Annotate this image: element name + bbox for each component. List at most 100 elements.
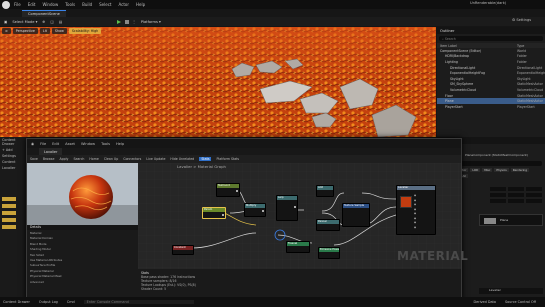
graph-node-lerp[interactable]: Lerp — [276, 195, 298, 221]
platforms-button[interactable]: Platforms ▾ — [141, 20, 161, 24]
viewport-menu-icon[interactable]: ≡ — [2, 28, 11, 34]
scalability-button[interactable]: Scalability: High — [68, 28, 102, 34]
cmd-dropdown[interactable]: Cmd — [67, 300, 75, 304]
output-pin-icon[interactable] — [294, 206, 296, 208]
col-type[interactable]: Type — [517, 44, 524, 48]
mat-detail-row[interactable]: Advanced — [30, 280, 135, 285]
project-name: UnRenderable(dark) — [470, 1, 507, 5]
mat-live-update-button[interactable]: Live Update — [146, 157, 165, 161]
select-mode-dropdown[interactable]: Select Mode ▾ — [12, 20, 37, 24]
mat-menu-window[interactable]: Window — [81, 142, 95, 146]
material-slot[interactable]: Lavalier — [479, 288, 543, 294]
mat-cleanup-button[interactable]: Clean Up — [104, 157, 118, 161]
folder-icon[interactable] — [2, 211, 16, 215]
outliner-row-type: SkyLight — [517, 76, 531, 81]
graph-node-multiply[interactable]: Multiply — [244, 203, 266, 217]
sequencer-icon[interactable]: ▤ — [59, 20, 62, 24]
save-icon[interactable]: ▣ — [4, 20, 7, 24]
mat-apply-button[interactable]: Apply — [59, 157, 68, 161]
outliner-row-name: HDRI/Backdrop — [445, 54, 470, 59]
scale-z-field[interactable] — [526, 199, 542, 203]
mat-search-button[interactable]: Search — [73, 157, 84, 161]
folder-icon[interactable] — [2, 197, 16, 201]
mesh-thumbnail[interactable]: Plane — [479, 214, 543, 226]
derived-data-button[interactable]: Derived Data — [473, 300, 495, 304]
details-tab[interactable]: Physics — [494, 168, 509, 172]
rotation-z-field[interactable] — [526, 193, 542, 197]
output-pin-icon[interactable] — [222, 214, 224, 216]
menu-tools[interactable]: Tools — [65, 2, 75, 7]
material-preview-viewport[interactable] — [27, 163, 138, 225]
menu-edit[interactable]: Edit — [28, 2, 36, 7]
graph-node-texture-sample[interactable]: Texture Sample — [342, 203, 370, 227]
play-icon[interactable] — [117, 19, 122, 24]
tab-level[interactable]: ComponentScene — [22, 9, 66, 17]
location-y-field[interactable] — [508, 187, 524, 191]
menu-help[interactable]: Help — [136, 2, 145, 7]
console-command-input[interactable]: Enter Console Command — [83, 300, 194, 304]
mat-menu-help[interactable]: Help — [116, 142, 124, 146]
graph-node-material-output[interactable]: Lavalier ● ● ● ● ● ● ● ● — [396, 185, 436, 235]
outliner-header: Outliner — [437, 27, 545, 34]
more-options-icon[interactable]: ⋮ — [132, 20, 136, 24]
mat-home-button[interactable]: Home — [89, 157, 98, 161]
graph-node-constant[interactable]: Constant — [172, 245, 194, 255]
col-item-label[interactable]: Item Label — [440, 44, 517, 48]
unreal-logo-icon[interactable] — [2, 0, 10, 9]
perspective-button[interactable]: Perspective — [12, 28, 38, 34]
source-control-button[interactable]: Source Control Off — [505, 300, 536, 304]
mat-details-rows: Material Material Domain Blend Mode Shad… — [27, 230, 138, 286]
tab-lavalier[interactable]: Lavalier — [39, 148, 63, 155]
menu-window[interactable]: Window — [42, 2, 58, 7]
folder-icon[interactable] — [2, 225, 16, 229]
preview-sphere — [27, 163, 138, 225]
menu-select[interactable]: Select — [99, 2, 111, 7]
level-viewport[interactable] — [0, 27, 436, 137]
lit-button[interactable]: Lit — [39, 28, 50, 34]
blueprint-icon[interactable]: ◫ — [50, 20, 53, 24]
graph-node-panner[interactable]: Panner — [316, 219, 340, 231]
mat-platform-stats-button[interactable]: Platform Stats — [216, 157, 239, 161]
scale-y-field[interactable] — [508, 199, 524, 203]
rotation-y-field[interactable] — [508, 193, 524, 197]
stop-icon[interactable] — [125, 19, 130, 24]
settings-button[interactable]: ⚙ Settings — [512, 18, 531, 22]
mat-stats-button[interactable]: Stats — [199, 157, 212, 161]
outliner-row-type: DirectionalLight — [517, 65, 543, 70]
content-item-lavalier[interactable]: Lavalier — [0, 165, 27, 171]
details-tab[interactable]: Rendering — [510, 168, 530, 172]
output-log-label: Output Log — [38, 300, 58, 304]
details-tab[interactable]: Misc — [482, 168, 493, 172]
mat-menu-tools[interactable]: Tools — [101, 142, 110, 146]
outliner-row[interactable]: PlayerStart PlayerStart — [437, 104, 545, 110]
menu-actor[interactable]: Actor — [118, 2, 129, 7]
graph-node-texcoord[interactable]: TexCoord — [216, 183, 240, 197]
menu-file[interactable]: File — [14, 2, 21, 7]
show-button[interactable]: Show — [51, 28, 67, 34]
graph-node-fresnel[interactable]: Fresnel — [286, 241, 310, 253]
menu-build[interactable]: Build — [82, 2, 92, 7]
mat-hide-unrelated-button[interactable]: Hide Unrelated — [170, 157, 194, 161]
output-pin-icon[interactable] — [262, 210, 264, 212]
output-log-button[interactable]: Output Log — [39, 300, 58, 304]
folder-icon[interactable] — [2, 204, 16, 208]
folder-icon[interactable] — [2, 218, 16, 222]
mat-menu-asset[interactable]: Asset — [65, 142, 75, 146]
rotation-x-field[interactable] — [490, 193, 506, 197]
mat-menu-edit[interactable]: Edit — [52, 142, 59, 146]
mat-browse-button[interactable]: Browse — [43, 157, 55, 161]
graph-node-emissive-power[interactable]: Emissive Power — [318, 247, 340, 259]
location-x-field[interactable] — [490, 187, 506, 191]
graph-node-add[interactable]: Add — [316, 185, 334, 197]
content-drawer-button[interactable]: Content Drawer — [3, 300, 30, 304]
output-pin-icon[interactable] — [236, 190, 238, 192]
graph-node-param[interactable]: Param — [202, 207, 226, 219]
add-actor-icon[interactable]: ⊕ — [42, 20, 45, 24]
mat-menu-file[interactable]: File — [40, 142, 46, 146]
mat-connectors-button[interactable]: Connectors — [123, 157, 141, 161]
mat-save-button[interactable]: Save — [30, 157, 38, 161]
details-tab[interactable]: LOD — [470, 168, 481, 172]
outliner-search-input[interactable]: ⌕ Search — [439, 36, 543, 41]
location-z-field[interactable] — [526, 187, 542, 191]
scale-x-field[interactable] — [490, 199, 506, 203]
